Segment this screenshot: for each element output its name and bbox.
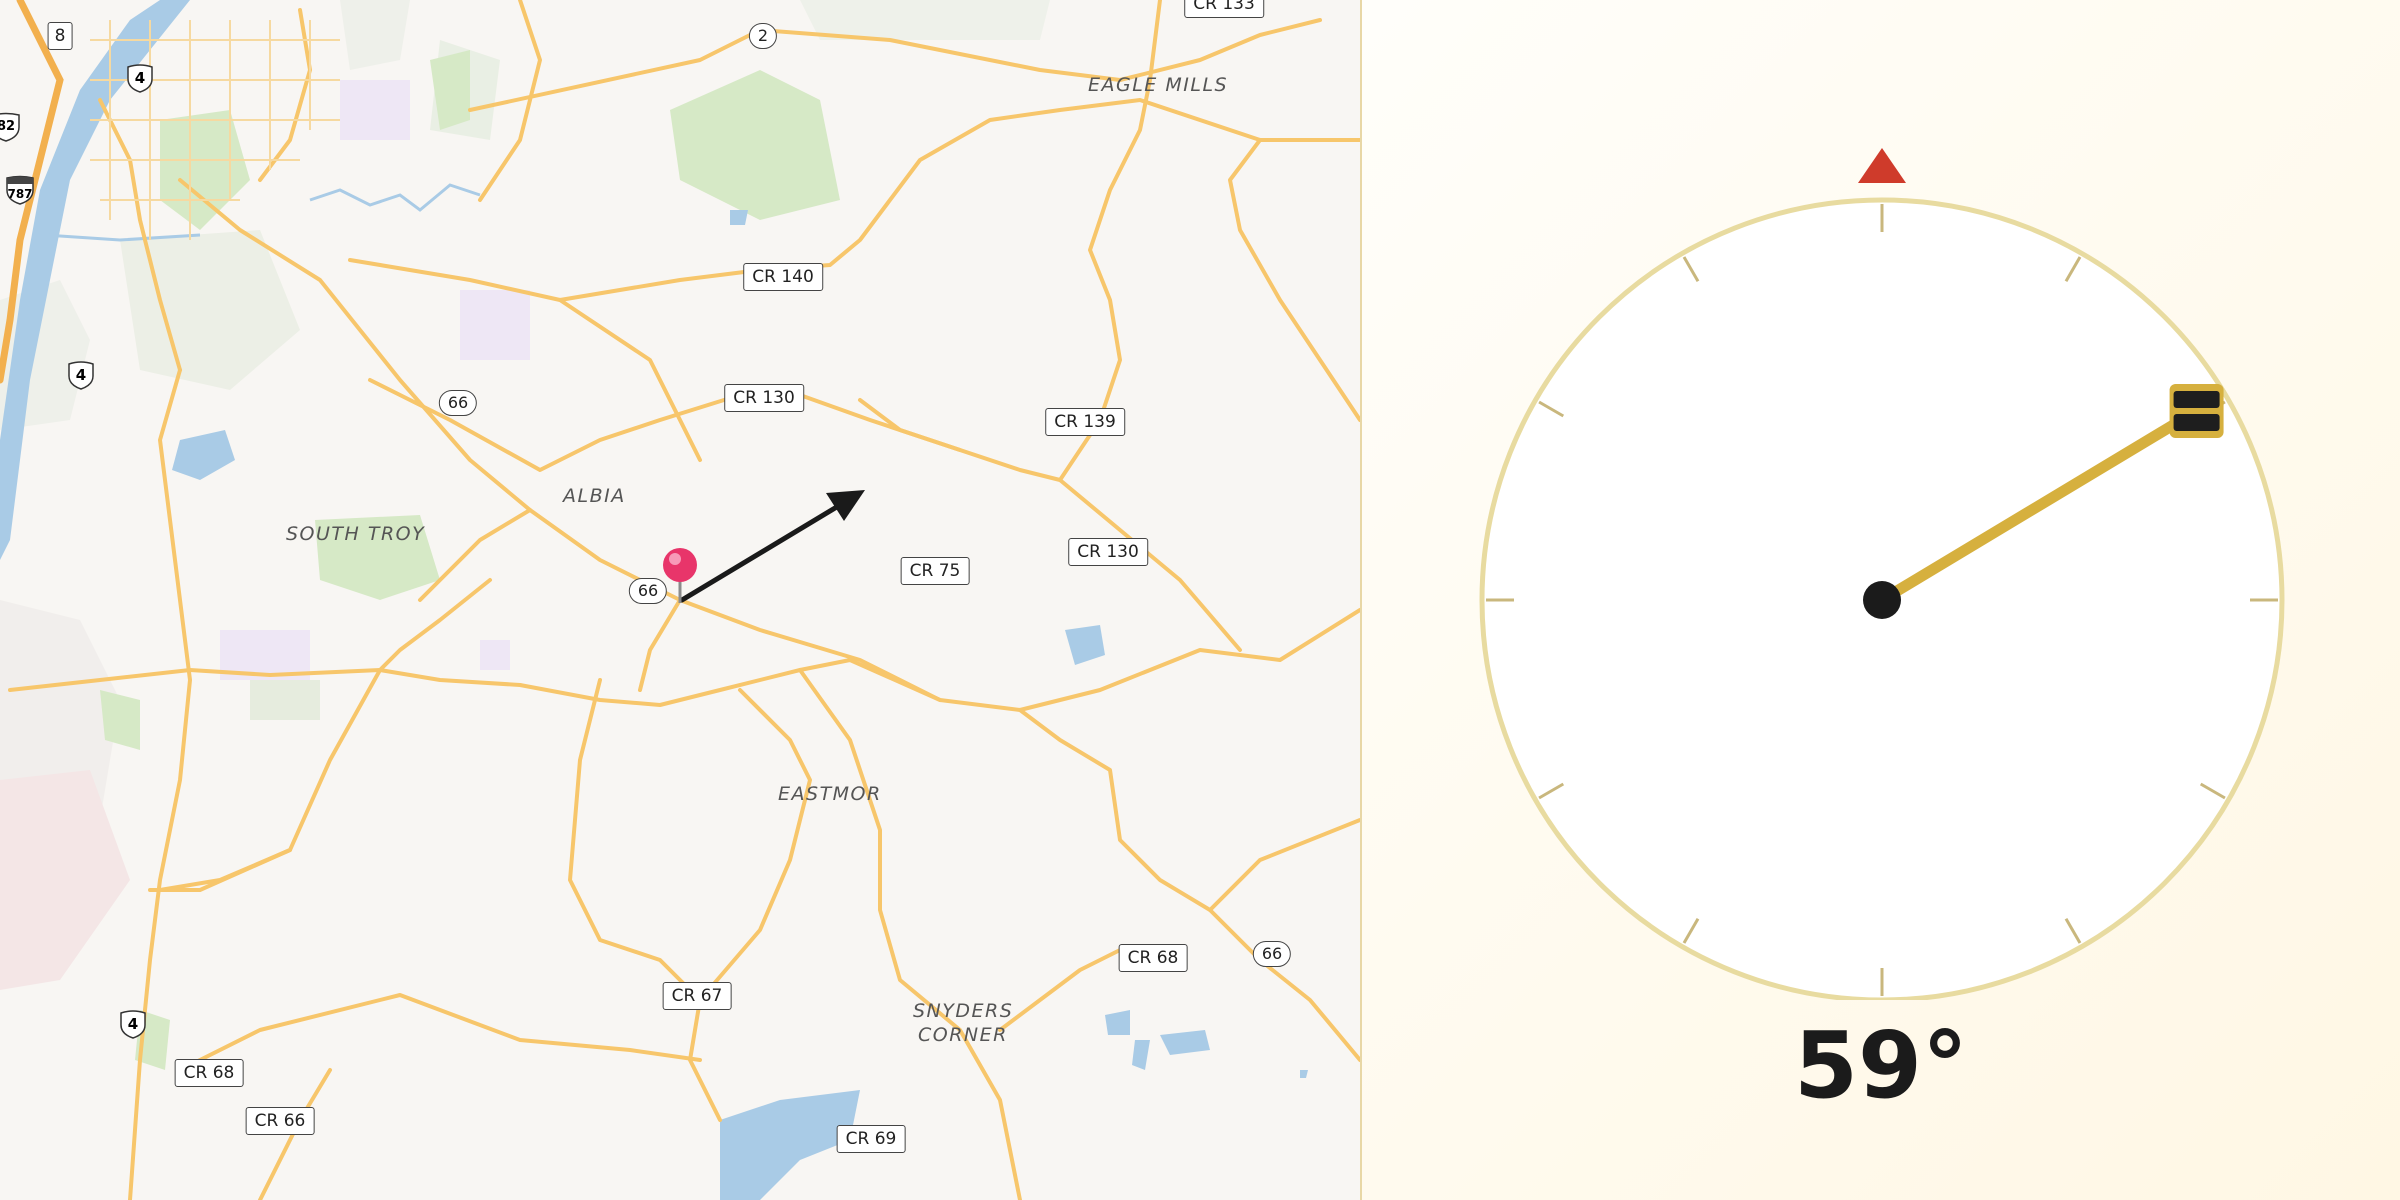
road-label-cr130-east: CR 130 bbox=[1068, 538, 1148, 566]
needle-pivot bbox=[1863, 581, 1901, 619]
map-view[interactable]: EAGLE MILLS ALBIA SOUTH TROY EASTMOR SNY… bbox=[0, 0, 1362, 1200]
route-label-66-north: 66 bbox=[438, 390, 478, 416]
us-route-shield-4-top: 4 bbox=[125, 63, 155, 93]
route-label-8: 8 bbox=[47, 22, 73, 50]
road-label-cr139: CR 139 bbox=[1045, 408, 1125, 436]
land-use-areas bbox=[0, 0, 1050, 990]
road-label-cr66: CR 66 bbox=[245, 1107, 315, 1135]
map-canvas[interactable]: EAGLE MILLS ALBIA SOUTH TROY EASTMOR SNY… bbox=[0, 0, 1360, 1200]
heading-arrow bbox=[679, 490, 865, 603]
road-label-cr133: CR 133 bbox=[1184, 0, 1264, 18]
place-snyders-corner-line1: SNYDERS bbox=[913, 1000, 1013, 1022]
road-label-cr69: CR 69 bbox=[836, 1125, 906, 1153]
route-label-66-center: 66 bbox=[628, 578, 668, 604]
route-label-66-east: 66 bbox=[1252, 941, 1292, 967]
needle-drag-handle[interactable] bbox=[2169, 383, 2224, 438]
us-route-shield-4-bottom: 4 bbox=[118, 1009, 148, 1039]
place-eastmor: EASTMOR bbox=[778, 783, 882, 805]
road-label-cr130-north: CR 130 bbox=[724, 384, 804, 412]
road-label-cr68-west: CR 68 bbox=[174, 1059, 244, 1087]
compass-dial[interactable] bbox=[1362, 0, 2400, 1000]
place-snyders-corner-line2: CORNER bbox=[918, 1024, 1008, 1046]
park-areas bbox=[100, 50, 840, 1070]
north-marker-icon bbox=[1858, 148, 1906, 183]
place-eagle-mills: EAGLE MILLS bbox=[1088, 74, 1228, 96]
place-south-troy: SOUTH TROY bbox=[286, 523, 425, 545]
compass-panel: 59° bbox=[1362, 0, 2400, 1200]
interstate-shield-787: 787 bbox=[5, 175, 35, 205]
road-label-cr67: CR 67 bbox=[662, 982, 732, 1010]
route-label-2: 2 bbox=[748, 23, 778, 49]
road-label-cr140: CR 140 bbox=[743, 263, 823, 291]
road-label-cr75: CR 75 bbox=[900, 557, 970, 585]
us-route-shield-4-mid: 4 bbox=[66, 360, 96, 390]
interstate-shield-82-partial: 82 bbox=[0, 112, 21, 142]
heading-readout: 59° bbox=[1793, 1012, 1969, 1119]
road-label-cr68-east: CR 68 bbox=[1118, 944, 1188, 972]
place-albia: ALBIA bbox=[561, 485, 626, 507]
